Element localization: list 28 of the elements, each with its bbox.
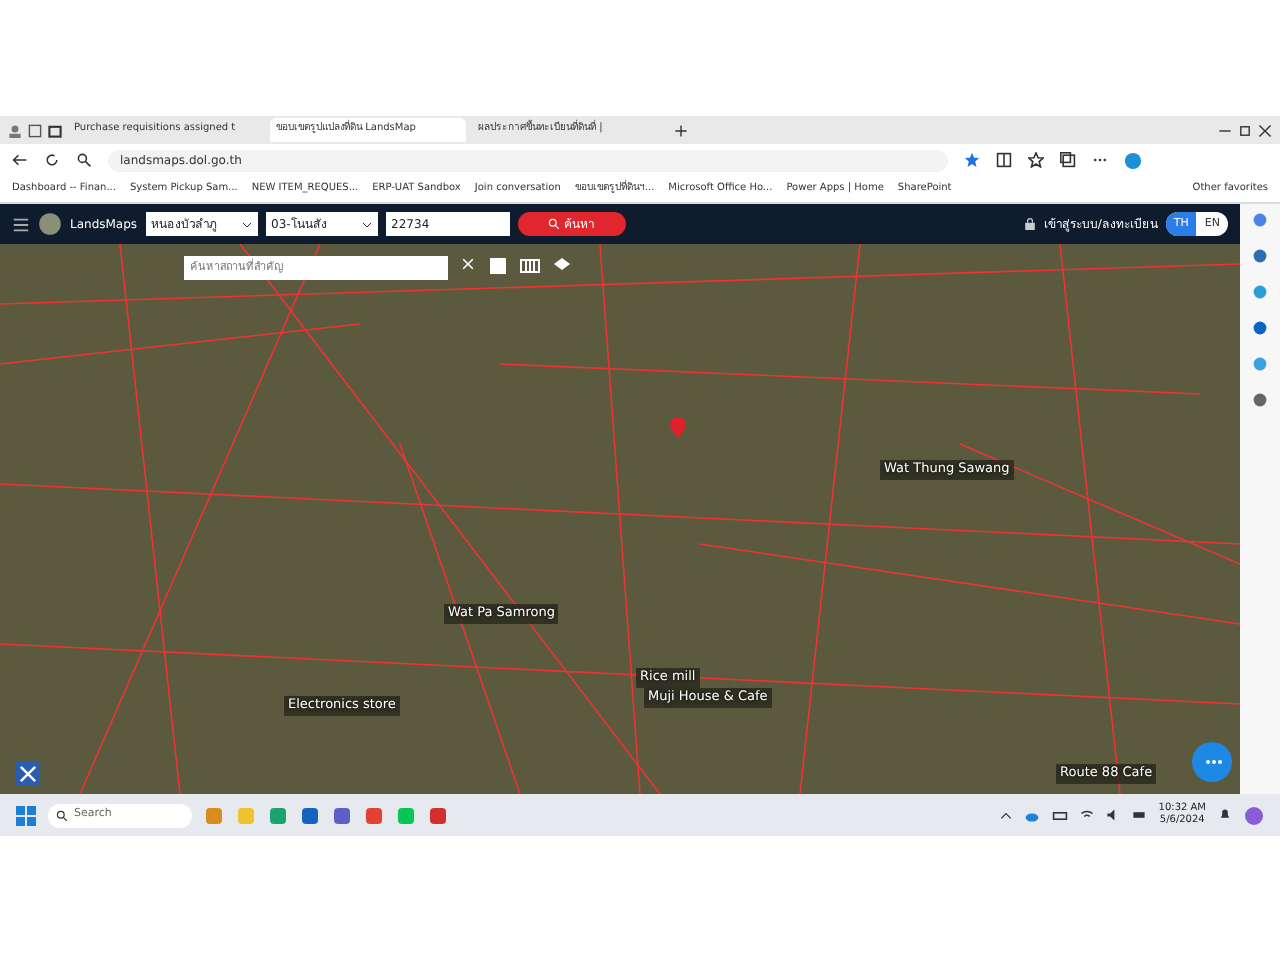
menu-icon[interactable] (12, 215, 30, 233)
maximize-icon[interactable] (1238, 123, 1252, 137)
chevron-up-icon[interactable] (1000, 809, 1013, 821)
search-icon (548, 218, 561, 230)
more-button[interactable] (1192, 742, 1232, 782)
caret-icon (241, 219, 252, 229)
bell-icon[interactable] (1218, 808, 1232, 822)
profile-icon[interactable] (8, 123, 22, 137)
windows-icon[interactable] (16, 805, 36, 825)
logo-icon (38, 212, 62, 236)
back-icon[interactable] (12, 152, 28, 168)
refresh-icon[interactable] (44, 152, 60, 168)
caret-icon (361, 219, 372, 229)
layers-icon[interactable] (552, 256, 572, 276)
lock-icon (1023, 218, 1036, 230)
tab-actions-icon[interactable] (48, 123, 62, 137)
split-screen-icon[interactable] (996, 152, 1012, 168)
wifi-icon[interactable] (1080, 808, 1095, 822)
close-icon[interactable] (1258, 123, 1272, 137)
grid-icon[interactable] (520, 256, 540, 276)
location-pin-icon (668, 414, 688, 442)
favorites-icon[interactable] (1028, 152, 1044, 168)
search-icon (56, 809, 68, 821)
workspaces-icon[interactable] (28, 123, 42, 137)
new-tab-icon[interactable] (674, 123, 688, 137)
star-icon[interactable] (964, 152, 980, 168)
search-icon[interactable] (76, 152, 92, 168)
collections-icon[interactable] (1060, 152, 1076, 168)
